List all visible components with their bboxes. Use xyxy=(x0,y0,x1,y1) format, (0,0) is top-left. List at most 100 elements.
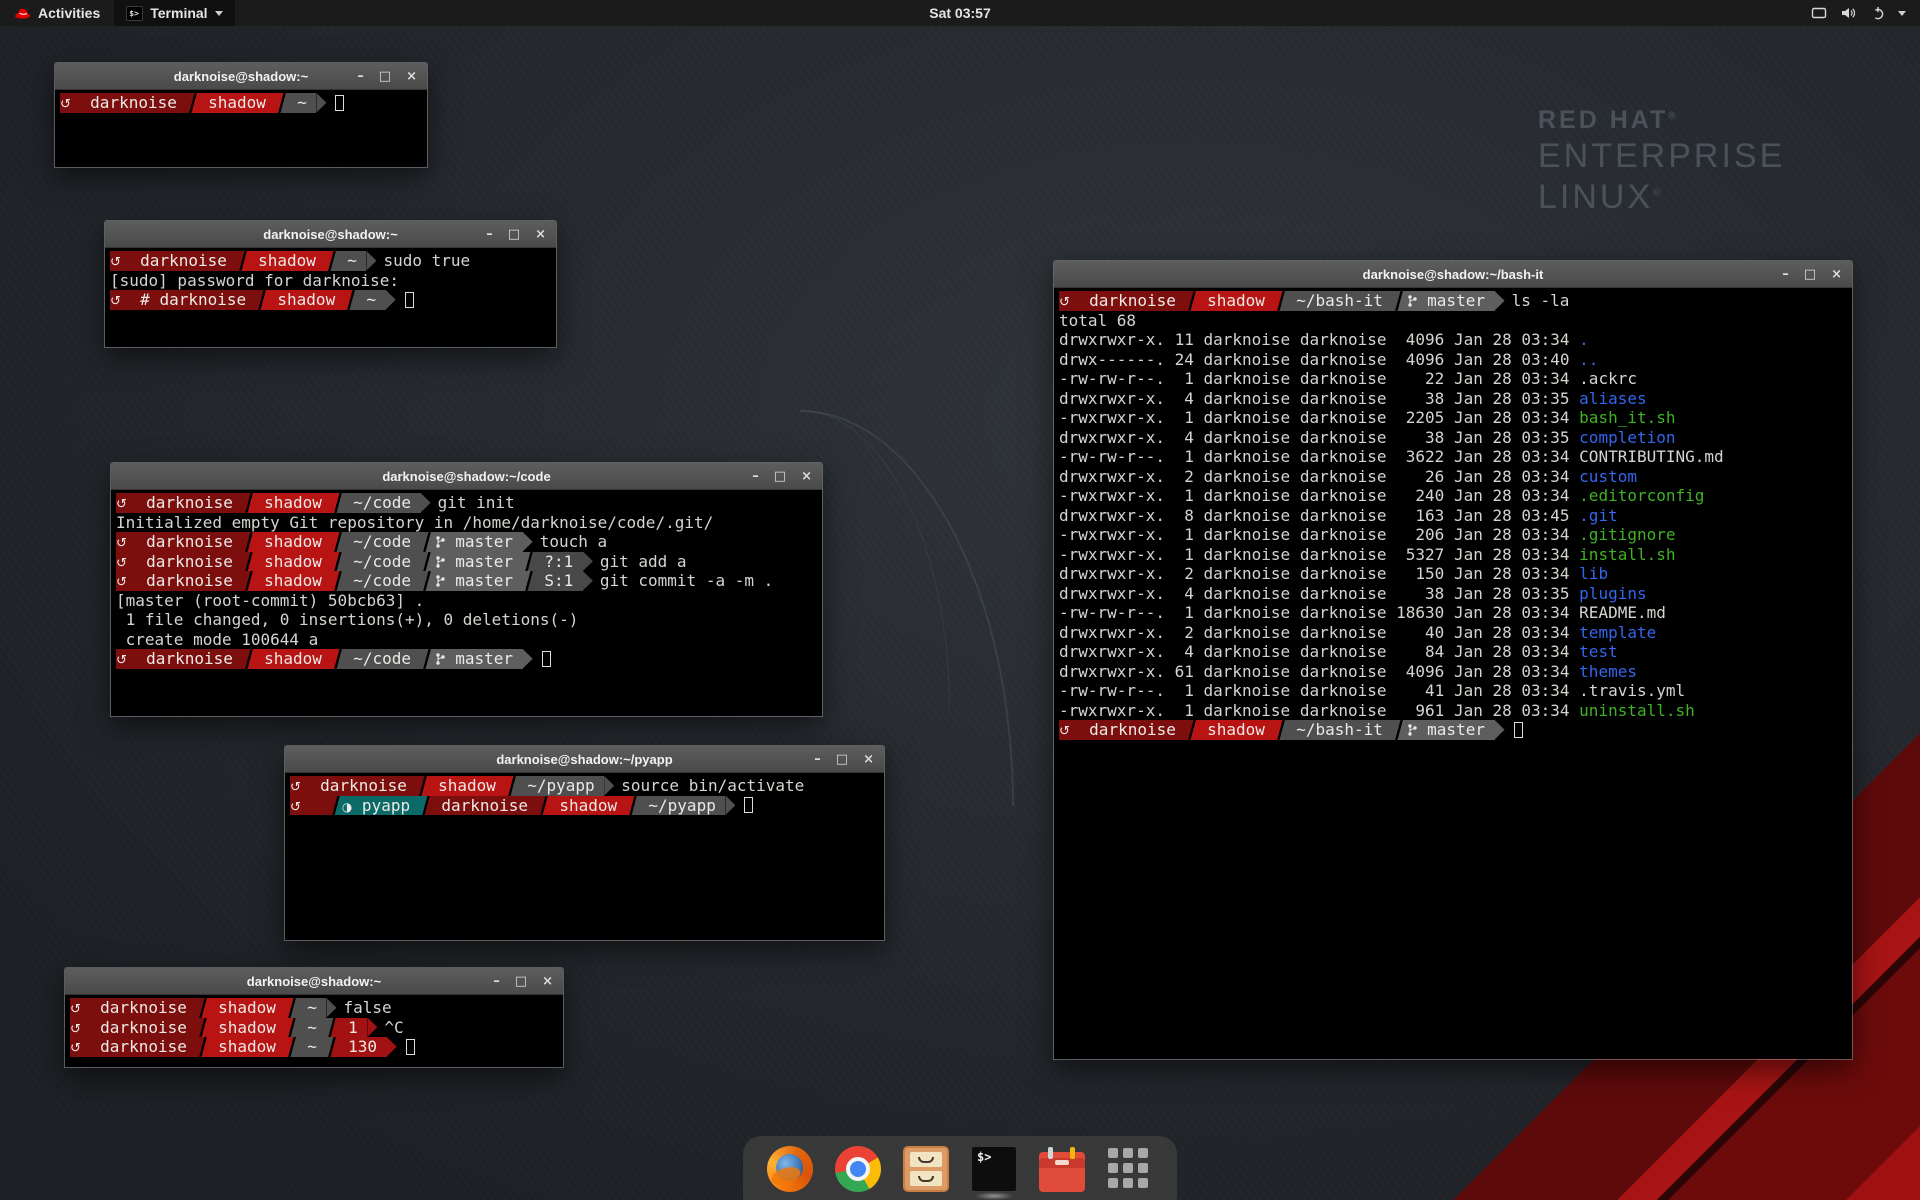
segment-arrow xyxy=(1495,291,1505,311)
firefox-icon xyxy=(767,1146,813,1192)
ls-row-fields: -rwxrwxr-x. 1 darknoise darknoise 5327 J… xyxy=(1059,545,1579,564)
terminal-line: ↺ darknoise shadow ~/bash-it master ls -… xyxy=(1059,291,1852,311)
prompt-segment-host: shadow xyxy=(550,796,627,816)
segment-separator xyxy=(421,552,433,572)
prompt-segment-user: ↺ darknoise xyxy=(116,532,243,552)
system-status-area[interactable] xyxy=(1805,0,1912,26)
segment-separator xyxy=(330,796,342,816)
ls-row-filename: aliases xyxy=(1579,389,1646,408)
segment-separator xyxy=(332,493,344,513)
dock-item-chrome[interactable] xyxy=(835,1146,881,1192)
terminal-content[interactable]: ↺ darknoise shadow ~/pyapp source bin/ac… xyxy=(285,773,884,940)
window-titlebar[interactable]: darknoise@shadow:~ – □ × xyxy=(65,968,563,995)
prompt-segment-path: ~ xyxy=(338,251,367,271)
maximize-button[interactable]: □ xyxy=(508,228,520,241)
segment-separator xyxy=(1186,720,1198,740)
ls-row-filename: install.sh xyxy=(1579,545,1675,564)
power-icon xyxy=(1871,6,1885,20)
prompt-segment-user: ↺ darknoise xyxy=(1059,291,1186,311)
window-titlebar[interactable]: darknoise@shadow:~/bash-it – □ × xyxy=(1054,261,1852,288)
segment-separator xyxy=(326,1018,338,1038)
segment-separator xyxy=(243,532,255,552)
minimize-button[interactable]: – xyxy=(357,70,364,83)
maximize-button[interactable]: □ xyxy=(774,470,786,483)
close-button[interactable]: × xyxy=(535,228,546,241)
app-menu-terminal[interactable]: $> Terminal xyxy=(114,0,234,26)
minimize-button[interactable]: – xyxy=(486,228,493,241)
prompt-segment-path: ~ xyxy=(288,93,317,113)
segment-separator xyxy=(1275,291,1287,311)
close-button[interactable]: × xyxy=(406,70,417,83)
prompt-segment-user: ↺ darknoise xyxy=(110,251,237,271)
dock-item-toolbox[interactable] xyxy=(1039,1146,1085,1192)
close-button[interactable]: × xyxy=(863,753,874,766)
maximize-button[interactable]: □ xyxy=(836,753,848,766)
terminal-content[interactable]: ↺ darknoise shadow ~/bash-it master ls -… xyxy=(1054,288,1852,1059)
terminal-line: drwxrwxr-x. 4 darknoise darknoise 84 Jan… xyxy=(1059,642,1852,662)
segment-separator xyxy=(197,1018,209,1038)
os-icon: ↺ xyxy=(110,255,121,270)
terminal-app-icon: $> xyxy=(126,6,143,21)
segment-separator xyxy=(523,552,535,572)
os-icon: ↺ xyxy=(110,294,121,309)
activities-button[interactable]: Activities xyxy=(0,0,114,26)
ls-row-filename: .git xyxy=(1579,506,1618,525)
prompt-segment-venv: ◑ pyapp xyxy=(342,796,420,816)
close-button[interactable]: × xyxy=(1831,268,1842,281)
segment-separator xyxy=(332,552,344,572)
prompt-segment-path: ~ xyxy=(298,998,327,1018)
terminal-content[interactable]: ↺ darknoise shadow ~ sudo true[sudo] pas… xyxy=(105,248,556,347)
clock[interactable]: Sat 03:57 xyxy=(929,5,990,21)
maximize-button[interactable]: □ xyxy=(1804,268,1816,281)
terminal-content[interactable]: ↺ darknoise shadow ~/code git initInitia… xyxy=(111,490,822,716)
minimize-button[interactable]: – xyxy=(1782,268,1789,281)
segment-arrow xyxy=(326,998,336,1018)
terminal-line: drwxrwxr-x. 4 darknoise darknoise 38 Jan… xyxy=(1059,428,1852,448)
window-titlebar[interactable]: darknoise@shadow:~/code – □ × xyxy=(111,463,822,490)
dock-item-app-grid[interactable] xyxy=(1107,1146,1153,1192)
prompt-segment-host: shadow xyxy=(199,93,276,113)
os-icon: ↺ xyxy=(290,780,301,795)
segment-separator xyxy=(523,571,535,591)
segment-separator xyxy=(237,251,249,271)
activities-label: Activities xyxy=(38,5,100,21)
window-title: darknoise@shadow:~/pyapp xyxy=(285,752,884,767)
maximize-button[interactable]: □ xyxy=(379,70,391,83)
dock-item-files[interactable] xyxy=(903,1146,949,1192)
minimize-button[interactable]: – xyxy=(752,470,759,483)
window-titlebar[interactable]: darknoise@shadow:~ – □ × xyxy=(105,221,556,248)
ls-row-fields: -rwxrwxr-x. 1 darknoise darknoise 961 Ja… xyxy=(1059,701,1579,720)
git-branch-icon xyxy=(435,574,445,588)
segment-separator xyxy=(197,1037,209,1057)
prompt-segment-user: ↺ darknoise xyxy=(116,493,243,513)
app-grid-dot xyxy=(1108,1148,1118,1158)
maximize-button[interactable]: □ xyxy=(515,975,527,988)
app-grid-dot xyxy=(1108,1178,1118,1188)
window-title: darknoise@shadow:~ xyxy=(65,974,563,989)
prompt-segment-host: shadow xyxy=(255,571,332,591)
terminal-content[interactable]: ↺ darknoise shadow ~ xyxy=(55,90,427,167)
minimize-button[interactable]: – xyxy=(493,975,500,988)
dock-item-firefox[interactable] xyxy=(767,1146,813,1192)
minimize-button[interactable]: – xyxy=(814,753,821,766)
window-titlebar[interactable]: darknoise@shadow:~/pyapp – □ × xyxy=(285,746,884,773)
close-button[interactable]: × xyxy=(542,975,553,988)
window-titlebar[interactable]: darknoise@shadow:~ – □ × xyxy=(55,63,427,90)
terminal-line: ↺ darknoise shadow ~/pyapp source bin/ac… xyxy=(290,776,884,796)
dock-item-terminal[interactable]: $> xyxy=(971,1146,1017,1192)
prompt-segment-path: ~/code xyxy=(344,552,421,572)
prompt-segment-path: ~/bash-it xyxy=(1287,720,1393,740)
os-icon: ↺ xyxy=(70,1041,81,1056)
prompt-segment-host: shadow xyxy=(429,776,506,796)
terminal-line: [sudo] password for darknoise: xyxy=(110,271,556,291)
close-button[interactable]: × xyxy=(801,470,812,483)
prompt-segment-status: ?:1 xyxy=(535,552,583,572)
segment-separator xyxy=(1393,720,1405,740)
ls-row-filename: README.md xyxy=(1579,603,1666,622)
segment-arrow xyxy=(604,776,614,796)
terminal-line: ↺ darknoise shadow ~/bash-it master xyxy=(1059,720,1852,740)
terminal-line: -rwxrwxr-x. 1 darknoise darknoise 206 Ja… xyxy=(1059,525,1852,545)
ls-row-fields: drwxrwxr-x. 61 darknoise darknoise 4096 … xyxy=(1059,662,1579,681)
prompt-segment-user: ↺ darknoise xyxy=(116,571,243,591)
terminal-content[interactable]: ↺ darknoise shadow ~ false↺ darknoise sh… xyxy=(65,995,563,1067)
